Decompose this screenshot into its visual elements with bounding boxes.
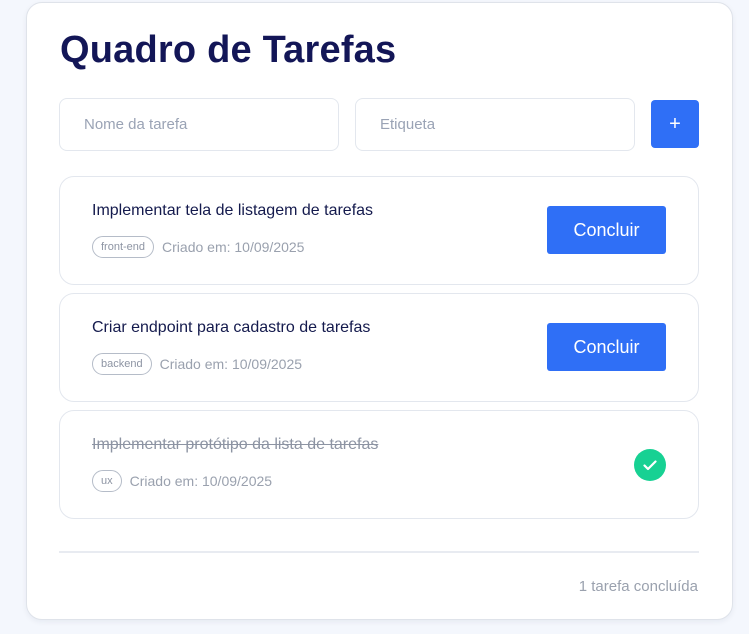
task-tag-badge: ux	[92, 470, 122, 492]
task-title: Criar endpoint para cadastro de tarefas	[92, 319, 371, 336]
check-circle-icon	[634, 449, 666, 481]
add-task-button[interactable]: +	[651, 100, 699, 148]
complete-task-button[interactable]: Concluir	[547, 323, 666, 371]
page-title: Quadro de Tarefas	[60, 29, 397, 71]
task-title: Implementar tela de listagem de tarefas	[92, 202, 374, 219]
task-board-card: Quadro de Tarefas + Implementar tela de …	[26, 2, 733, 620]
completed-summary: 1 tarefa concluída	[578, 578, 698, 595]
task-created-date: Criado em: 10/09/2025	[129, 473, 273, 489]
task-item-completed: Implementar protótipo da lista de tarefa…	[59, 410, 699, 519]
task-title: Implementar protótipo da lista de tarefa…	[92, 436, 379, 453]
task-tag-badge: front-end	[92, 236, 155, 258]
footer-divider	[59, 551, 699, 553]
task-created-date: Criado em: 10/09/2025	[159, 356, 303, 372]
task-tag-input[interactable]	[355, 98, 635, 151]
task-name-input[interactable]	[59, 98, 339, 151]
task-meta: backend Criado em: 10/09/2025	[92, 353, 302, 375]
task-meta: front-end Criado em: 10/09/2025	[92, 236, 304, 258]
complete-task-button[interactable]: Concluir	[547, 206, 666, 254]
task-meta: ux Criado em: 10/09/2025	[92, 470, 272, 492]
task-created-date: Criado em: 10/09/2025	[162, 239, 305, 255]
task-tag-badge: backend	[92, 353, 152, 375]
task-item: Implementar tela de listagem de tarefas …	[59, 176, 699, 285]
task-item: Criar endpoint para cadastro de tarefas …	[59, 293, 699, 402]
